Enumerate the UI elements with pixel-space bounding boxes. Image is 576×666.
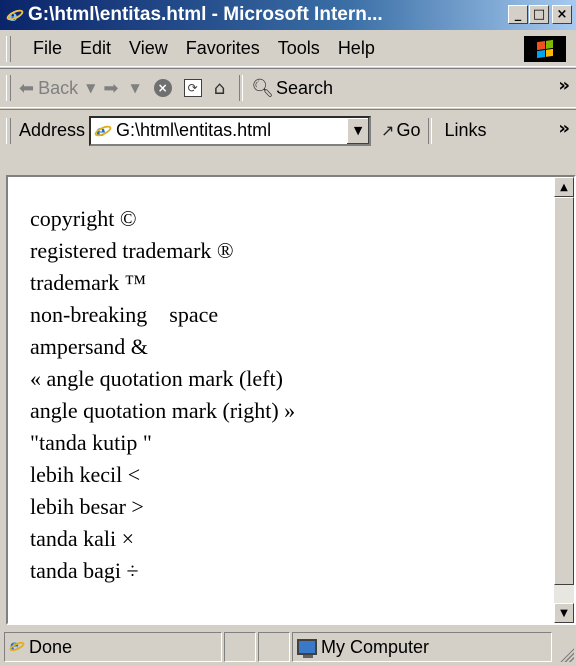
back-label: Back xyxy=(38,77,79,98)
zone-text: My Computer xyxy=(321,636,430,657)
status-pane-security xyxy=(258,632,290,662)
stop-icon[interactable]: × xyxy=(153,79,172,97)
scroll-up-icon[interactable]: ▲ xyxy=(554,177,574,197)
forward-dropdown-icon[interactable]: ▼ xyxy=(130,81,139,95)
status-pane-zone: My Computer xyxy=(292,632,552,662)
toolbar-grip[interactable] xyxy=(6,75,11,101)
go-button[interactable]: ↗ Go xyxy=(381,120,420,141)
toolbar-overflow-chevron[interactable]: » xyxy=(558,75,570,96)
maximize-button[interactable]: □ xyxy=(529,5,549,24)
computer-icon xyxy=(297,639,317,658)
status-pane-progress xyxy=(224,632,256,662)
back-arrow-icon: ⬅ xyxy=(19,77,35,98)
address-input[interactable]: e G:\html\entitas.html ▼ xyxy=(89,115,372,146)
back-button[interactable]: ⬅ Back xyxy=(19,78,78,99)
status-text: Done xyxy=(29,636,73,657)
forward-button[interactable]: ➡ xyxy=(103,78,122,99)
resize-grip[interactable] xyxy=(560,648,574,662)
content-line: lebih kecil < xyxy=(30,462,141,487)
menu-help[interactable]: Help xyxy=(329,38,384,59)
search-icon: 🔍︎ xyxy=(251,77,274,98)
content-line: angle quotation mark (right) » xyxy=(30,398,296,423)
page-content: copyright © registered trademark ® trade… xyxy=(8,177,552,623)
page-status-icon: e xyxy=(8,638,26,655)
content-line: lebih besar > xyxy=(30,494,144,519)
content-line: « angle quotation mark (left) xyxy=(30,366,283,391)
minimize-button[interactable]: _ xyxy=(508,5,528,24)
search-label: Search xyxy=(275,77,334,98)
window-title: G:\html\entitas.html - Microsoft Intern.… xyxy=(28,4,383,25)
scroll-down-icon[interactable]: ▼ xyxy=(554,603,574,623)
content-line: tanda kali × xyxy=(30,526,135,551)
menu-file[interactable]: File xyxy=(19,38,71,59)
content-line: registered trademark ® xyxy=(30,238,234,263)
links-button[interactable]: Links xyxy=(444,120,486,141)
links-separator xyxy=(428,117,433,144)
address-bar: Address e G:\html\entitas.html ▼ ↗ Go Li… xyxy=(0,109,576,151)
refresh-icon[interactable]: ⟳ xyxy=(183,79,202,97)
search-button[interactable]: 🔍︎ Search xyxy=(251,78,333,99)
menu-bar: File Edit View Favorites Tools Help xyxy=(0,31,576,67)
vertical-scrollbar[interactable]: ▲ ▼ xyxy=(554,177,574,623)
content-line: tanda bagi ÷ xyxy=(30,558,139,583)
go-label: Go xyxy=(396,120,421,140)
address-dropdown-icon[interactable]: ▼ xyxy=(346,117,370,144)
browser-window: e G:\html\entitas.html - Microsoft Inter… xyxy=(0,0,576,666)
status-pane-main: e Done xyxy=(4,632,222,662)
scroll-thumb[interactable] xyxy=(554,197,574,585)
content-line: non-breaking space xyxy=(30,302,219,327)
menu-view[interactable]: View xyxy=(120,38,177,59)
forward-arrow-icon: ➡ xyxy=(103,77,119,98)
content-line: trademark ™ xyxy=(30,270,147,295)
standard-toolbar: ⬅ Back ▼ ➡ ▼ × ⟳ ⌂ 🔍︎ Search » xyxy=(0,68,576,108)
go-arrow-icon: ↗ xyxy=(381,122,395,140)
menu-tools[interactable]: Tools xyxy=(269,38,329,59)
page-viewport: copyright © registered trademark ® trade… xyxy=(6,175,576,625)
menu-favorites[interactable]: Favorites xyxy=(177,38,269,59)
toolbar-separator xyxy=(239,75,244,101)
content-line: "tanda kutip " xyxy=(30,430,152,455)
address-url[interactable]: G:\html\entitas.html xyxy=(116,120,271,141)
address-label: Address xyxy=(19,120,86,140)
windows-logo-icon xyxy=(524,36,566,62)
back-dropdown-icon[interactable]: ▼ xyxy=(86,81,95,95)
caption-buttons: _ □ × xyxy=(507,5,572,24)
page-icon: e xyxy=(93,122,113,140)
menubar-grip[interactable] xyxy=(6,35,11,62)
title-bar[interactable]: e G:\html\entitas.html - Microsoft Inter… xyxy=(0,0,576,30)
close-button[interactable]: × xyxy=(552,5,572,24)
ie-logo-icon[interactable]: e xyxy=(5,6,25,25)
addressbar-grip[interactable] xyxy=(6,117,11,144)
status-bar: e Done My Computer xyxy=(0,628,576,666)
content-line: ampersand & xyxy=(30,334,148,359)
content-line: copyright © xyxy=(30,206,137,231)
links-overflow-chevron[interactable]: » xyxy=(558,118,570,139)
home-icon[interactable]: ⌂ xyxy=(214,78,225,99)
menu-edit[interactable]: Edit xyxy=(71,38,120,59)
